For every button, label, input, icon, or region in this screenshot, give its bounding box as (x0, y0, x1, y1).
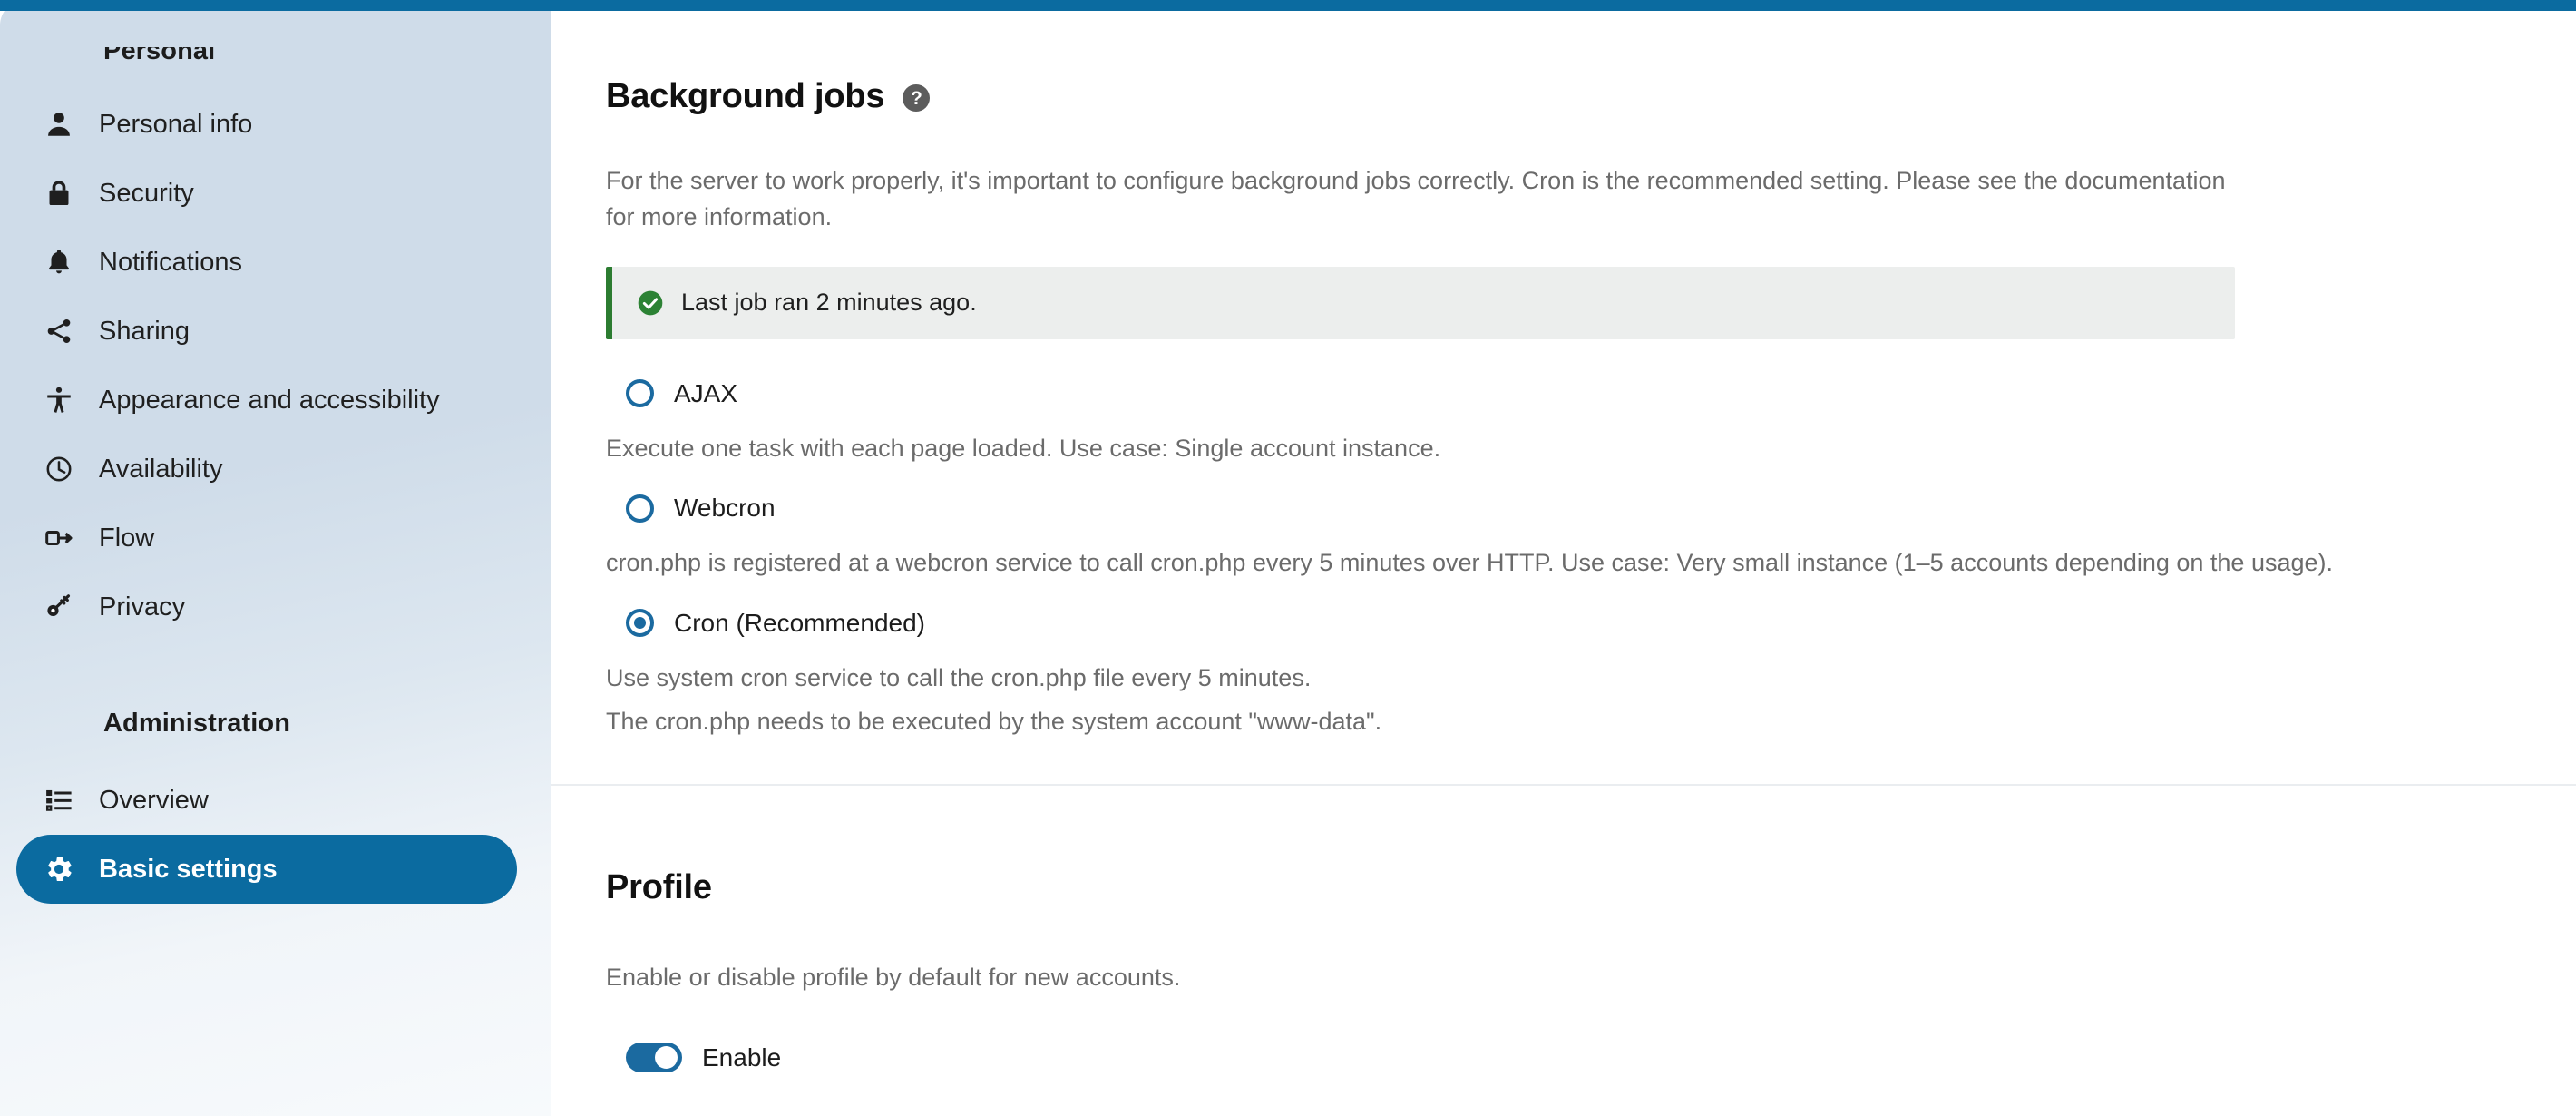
sidebar-item-label: Availability (99, 454, 223, 484)
toggle-label: Enable (702, 1043, 782, 1072)
radio-help-cron-line2: The cron.php needs to be executed by the… (606, 708, 1382, 736)
radio-help-cron-line1: Use system cron service to call the cron… (606, 663, 1312, 691)
sidebar-item-privacy[interactable]: Privacy (16, 573, 517, 641)
sidebar-item-sharing[interactable]: Sharing (16, 297, 517, 366)
key-icon (44, 592, 74, 622)
checklist-icon (44, 785, 74, 816)
clock-icon (44, 454, 74, 485)
radio-option-webcron[interactable]: Webcron (606, 486, 2576, 530)
toggle-switch-track[interactable] (626, 1043, 682, 1073)
share-icon (44, 316, 74, 347)
radio-option-ajax[interactable]: AJAX (606, 372, 2576, 416)
lock-icon (44, 178, 74, 209)
radio-label: Cron (Recommended) (674, 608, 925, 637)
radio-help-ajax: Execute one task with each page loaded. … (606, 434, 1441, 462)
sidebar-item-flow[interactable]: Flow (16, 504, 517, 573)
sidebar-item-overview[interactable]: Overview (16, 766, 517, 835)
profile-description: Enable or disable profile by default for… (606, 963, 1181, 991)
radio-label: Webcron (674, 494, 776, 523)
sidebar-item-label: Personal info (99, 109, 253, 139)
gear-icon (44, 854, 74, 885)
toggle-switch-knob (655, 1046, 678, 1070)
radio-option-cron[interactable]: Cron (Recommended) (606, 602, 2576, 645)
radio-indicator-webcron[interactable] (626, 494, 654, 523)
sidebar-item-label: Appearance and accessibility (99, 385, 440, 415)
status-banner: Last job ran 2 minutes ago. (606, 266, 2235, 339)
top-accent-bar (0, 0, 2576, 11)
bell-icon (44, 247, 74, 278)
user-icon (44, 109, 74, 140)
settings-main-content: Background jobs ? For the server to work… (551, 0, 2576, 1116)
help-icon[interactable]: ? (903, 84, 931, 113)
accessibility-icon (44, 385, 74, 416)
page-title: Background jobs (606, 77, 885, 116)
radio-indicator-cron[interactable] (626, 609, 654, 638)
sidebar-item-label: Flow (99, 523, 155, 553)
background-jobs-section: Background jobs ? For the server to work… (551, 0, 2576, 786)
profile-enable-toggle[interactable]: Enable (606, 1043, 2576, 1073)
background-jobs-radio-group: AJAX Execute one task with each page loa… (606, 372, 2576, 740)
profile-section: Profile Enable or disable profile by def… (606, 786, 2576, 1073)
sidebar-item-label: Notifications (99, 247, 242, 277)
sidebar-item-security[interactable]: Security (16, 159, 517, 228)
sidebar-section-title-administration: Administration (103, 709, 291, 738)
sidebar-item-availability[interactable]: Availability (16, 435, 517, 504)
sidebar-item-label: Overview (99, 785, 209, 815)
sidebar-section-title-personal: Personal (103, 36, 216, 65)
sidebar-item-notifications[interactable]: Notifications (16, 228, 517, 297)
app-shell: Personal Personal info Security Notifica… (0, 0, 2576, 1116)
radio-help-webcron: cron.php is registered at a webcron serv… (606, 549, 2334, 577)
sidebar-item-label: Privacy (99, 592, 186, 622)
profile-heading-row: Profile (606, 786, 2576, 934)
radio-indicator-ajax[interactable] (626, 379, 654, 408)
sidebar-item-personal-info[interactable]: Personal info (16, 90, 517, 159)
sidebar-item-basic-settings[interactable]: Basic settings (16, 835, 517, 904)
profile-title: Profile (606, 868, 712, 907)
settings-sidebar: Personal Personal info Security Notifica… (0, 0, 551, 1116)
sidebar-item-label: Security (99, 178, 194, 208)
check-circle-icon (636, 289, 665, 318)
sidebar-item-label: Basic settings (99, 854, 278, 884)
flow-exit-icon (44, 523, 74, 553)
status-badge: Last job ran 2 minutes ago. (681, 289, 977, 317)
sidebar-item-label: Sharing (99, 316, 190, 346)
radio-label: AJAX (674, 378, 738, 407)
sidebar-item-appearance-and-accessibility[interactable]: Appearance and accessibility (16, 366, 517, 435)
background-jobs-description: For the server to work properly, it's im… (606, 166, 2226, 231)
background-jobs-heading-row: Background jobs ? (606, 0, 2576, 137)
